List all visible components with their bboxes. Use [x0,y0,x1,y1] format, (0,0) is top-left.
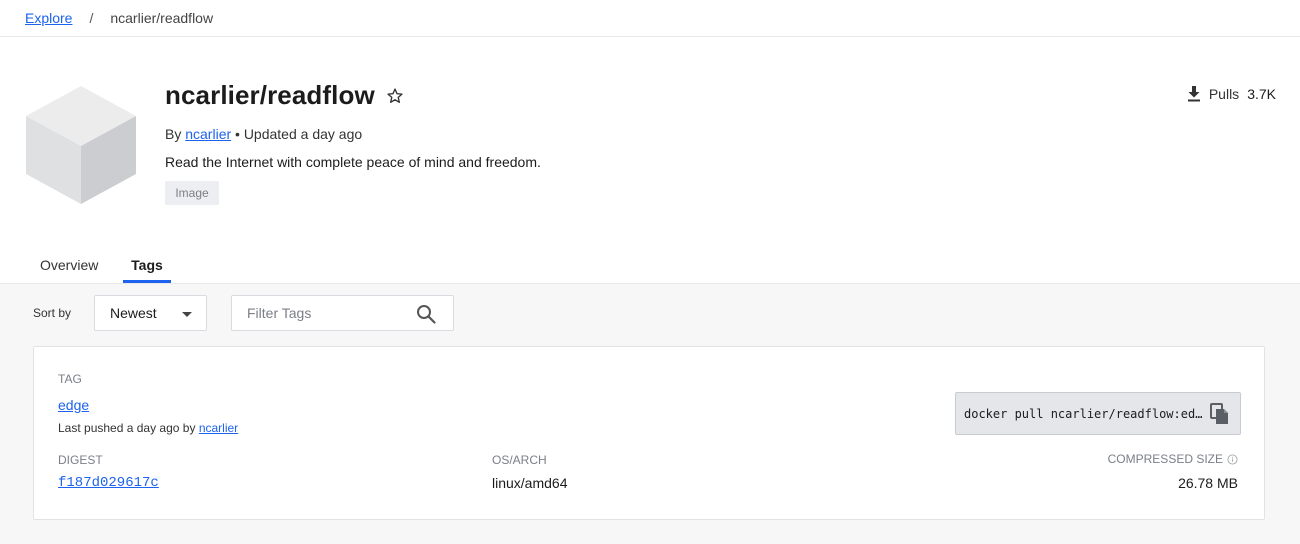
updated-text: • Updated a day ago [235,126,363,142]
sort-value: Newest [110,305,157,321]
breadcrumb-explore-link[interactable]: Explore [25,10,72,26]
info-icon[interactable] [1227,453,1238,465]
tab-overview[interactable]: Overview [40,248,98,283]
repo-description: Read the Internet with complete peace of… [165,154,541,170]
pulls-label: Pulls [1208,86,1240,102]
filter-tags [231,295,454,331]
pushed-by-label: by [182,421,196,435]
size-heading: COMPRESSED SIZE [1107,452,1223,466]
tag-name-link[interactable]: edge [58,397,89,413]
chevron-down-icon [182,312,192,317]
by-label: By [165,126,182,142]
page-title: ncarlier/readflow [165,80,375,110]
pulls-count: 3.7K [1247,86,1276,102]
pushed-by-link[interactable]: ncarlier [199,421,238,435]
breadcrumb-current: ncarlier/readflow [110,10,214,26]
search-icon[interactable] [416,304,436,324]
tag-heading: TAG [58,372,82,386]
pushed-when: a day ago [126,421,180,435]
star-icon[interactable] [386,87,404,105]
pull-command-box: docker pull ncarlier/readflow:edge [955,392,1241,435]
tab-bar: Overview Tags [0,248,1300,284]
pulls-stat: Pulls 3.7K [1187,86,1276,102]
author-link[interactable]: ncarlier [185,126,231,142]
tag-card: TAG edge Last pushed a day ago by ncarli… [33,346,1265,520]
pushed-prefix: Last pushed [58,421,124,435]
tab-tags[interactable]: Tags [123,248,171,283]
size-heading-wrap: COMPRESSED SIZE [1108,452,1238,466]
filter-tags-input[interactable] [232,296,407,330]
digest-heading: DIGEST [58,453,103,467]
repo-byline: By ncarlier • Updated a day ago [165,126,362,142]
osarch-value: linux/amd64 [492,475,568,491]
pull-command-text: docker pull ncarlier/readflow:edge [964,406,1206,421]
type-badge: Image [165,181,219,205]
osarch-heading: OS/ARCH [492,453,547,467]
breadcrumb-separator: / [89,10,94,26]
size-value: 26.78 MB [1178,475,1238,491]
sort-select[interactable]: Newest [94,295,207,331]
digest-link[interactable]: f187d029617c [58,475,159,491]
download-icon [1187,86,1200,102]
breadcrumb: Explore / ncarlier/readflow [0,0,1300,37]
copy-icon[interactable] [1210,403,1230,425]
last-pushed: Last pushed a day ago by ncarlier [58,421,238,435]
sort-label: Sort by [33,306,72,320]
cube-icon [26,86,136,204]
repo-title-row: ncarlier/readflow [165,80,404,111]
